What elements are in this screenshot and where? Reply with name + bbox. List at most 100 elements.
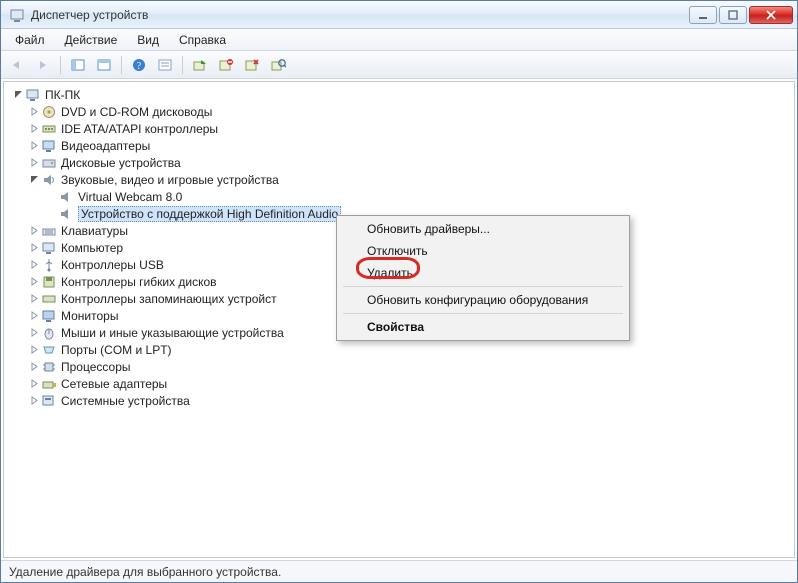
- expand-icon[interactable]: [28, 123, 40, 135]
- disk-drive-icon: [41, 155, 57, 171]
- sound-icon: [58, 206, 74, 222]
- uninstall-device-button[interactable]: [240, 54, 264, 76]
- expand-icon[interactable]: [12, 89, 24, 101]
- close-button[interactable]: [749, 6, 793, 24]
- tree-item-cpu[interactable]: Процессоры: [10, 358, 788, 375]
- tree-label: Мыши и иные указывающие устройства: [61, 326, 284, 340]
- tree-item-netadapters[interactable]: Сетевые адаптеры: [10, 375, 788, 392]
- tree-item-disks[interactable]: Дисковые устройства: [10, 154, 788, 171]
- display-adapter-icon: [41, 138, 57, 154]
- tree-label: Virtual Webcam 8.0: [78, 190, 182, 204]
- context-menu: Обновить драйверы... Отключить Удалить О…: [336, 215, 630, 341]
- usb-icon: [41, 257, 57, 273]
- expand-icon[interactable]: [28, 174, 40, 186]
- menu-action[interactable]: Действие: [55, 31, 128, 49]
- expand-icon[interactable]: [28, 344, 40, 356]
- expand-icon[interactable]: [28, 140, 40, 152]
- minimize-button[interactable]: [689, 6, 717, 24]
- expand-icon[interactable]: [28, 310, 40, 322]
- tree-item-ports[interactable]: Порты (COM и LPT): [10, 341, 788, 358]
- tree-item-dvd[interactable]: DVD и CD-ROM дисководы: [10, 103, 788, 120]
- floppy-icon: [41, 274, 57, 290]
- expand-icon[interactable]: [28, 327, 40, 339]
- tree-label: Системные устройства: [61, 394, 190, 408]
- tree-label: Контроллеры запоминающих устройст: [61, 292, 277, 306]
- expand-icon[interactable]: [28, 293, 40, 305]
- device-manager-window: Диспетчер устройств Файл Действие Вид Сп…: [0, 0, 798, 583]
- properties-button[interactable]: [153, 54, 177, 76]
- ctx-delete[interactable]: Удалить: [339, 262, 627, 284]
- tree-label: Дисковые устройства: [61, 156, 181, 170]
- tree-label: Процессоры: [61, 360, 131, 374]
- monitor-icon: [41, 308, 57, 324]
- show-hide-action-button[interactable]: [92, 54, 116, 76]
- toolbar-separator: [121, 56, 122, 74]
- expand-icon[interactable]: [28, 361, 40, 373]
- show-hide-tree-button[interactable]: [66, 54, 90, 76]
- statusbar-text: Удаление драйвера для выбранного устройс…: [9, 565, 281, 579]
- update-driver-button[interactable]: [188, 54, 212, 76]
- app-icon: [9, 7, 25, 23]
- ctx-rescan[interactable]: Обновить конфигурацию оборудования: [339, 289, 627, 311]
- disc-drive-icon: [41, 104, 57, 120]
- tree-label: Видеоадаптеры: [61, 139, 150, 153]
- computer-icon: [25, 87, 41, 103]
- storage-controller-icon: [41, 291, 57, 307]
- computer-icon: [41, 240, 57, 256]
- menubar: Файл Действие Вид Справка: [1, 29, 797, 51]
- tree-item-virtual-webcam[interactable]: Virtual Webcam 8.0: [10, 188, 788, 205]
- tree-root[interactable]: ПК-ПК: [10, 86, 788, 103]
- disable-device-button[interactable]: [214, 54, 238, 76]
- tree-label: Мониторы: [61, 309, 118, 323]
- menu-file[interactable]: Файл: [5, 31, 55, 49]
- tree-item-sysdev[interactable]: Системные устройства: [10, 392, 788, 409]
- scan-hardware-button[interactable]: [266, 54, 290, 76]
- expand-icon[interactable]: [28, 259, 40, 271]
- toolbar: ?: [1, 51, 797, 79]
- ctx-disable[interactable]: Отключить: [339, 240, 627, 262]
- svg-text:?: ?: [137, 61, 142, 72]
- cpu-icon: [41, 359, 57, 375]
- mouse-icon: [41, 325, 57, 341]
- toolbar-separator: [60, 56, 61, 74]
- sound-icon: [41, 172, 57, 188]
- ctx-properties[interactable]: Свойства: [339, 316, 627, 338]
- tree-item-audio[interactable]: Звуковые, видео и игровые устройства: [10, 171, 788, 188]
- tree-label: Сетевые адаптеры: [61, 377, 167, 391]
- system-device-icon: [41, 393, 57, 409]
- back-button[interactable]: [5, 54, 29, 76]
- tree-label: ПК-ПК: [45, 88, 80, 102]
- tree-item-ide[interactable]: IDE ATA/ATAPI контроллеры: [10, 120, 788, 137]
- tree-item-video[interactable]: Видеоадаптеры: [10, 137, 788, 154]
- tree-label: Контроллеры гибких дисков: [61, 275, 217, 289]
- help-button[interactable]: ?: [127, 54, 151, 76]
- device-tree-pane: ПК-ПК DVD и CD-ROM дисководы IDE ATA/ATA…: [3, 81, 795, 558]
- expand-icon[interactable]: [28, 378, 40, 390]
- expand-icon[interactable]: [28, 157, 40, 169]
- tree-label: Компьютер: [61, 241, 123, 255]
- expand-icon[interactable]: [28, 276, 40, 288]
- toolbar-separator: [182, 56, 183, 74]
- tree-label: IDE ATA/ATAPI контроллеры: [61, 122, 218, 136]
- tree-label-selected: Устройство с поддержкой High Definition …: [78, 206, 341, 222]
- menu-help[interactable]: Справка: [169, 31, 236, 49]
- ctx-update-drivers[interactable]: Обновить драйверы...: [339, 218, 627, 240]
- expand-icon[interactable]: [28, 106, 40, 118]
- ide-controller-icon: [41, 121, 57, 137]
- tree-label: DVD и CD-ROM дисководы: [61, 105, 212, 119]
- tree-label: Звуковые, видео и игровые устройства: [61, 173, 279, 187]
- sound-icon: [58, 189, 74, 205]
- statusbar: Удаление драйвера для выбранного устройс…: [1, 560, 797, 582]
- port-icon: [41, 342, 57, 358]
- titlebar: Диспетчер устройств: [1, 1, 797, 29]
- forward-button[interactable]: [31, 54, 55, 76]
- expand-icon[interactable]: [28, 242, 40, 254]
- keyboard-icon: [41, 223, 57, 239]
- network-adapter-icon: [41, 376, 57, 392]
- tree-label: Контроллеры USB: [61, 258, 164, 272]
- expand-icon[interactable]: [28, 395, 40, 407]
- maximize-button[interactable]: [719, 6, 747, 24]
- expand-icon[interactable]: [28, 225, 40, 237]
- ctx-separator: [343, 313, 623, 314]
- menu-view[interactable]: Вид: [127, 31, 169, 49]
